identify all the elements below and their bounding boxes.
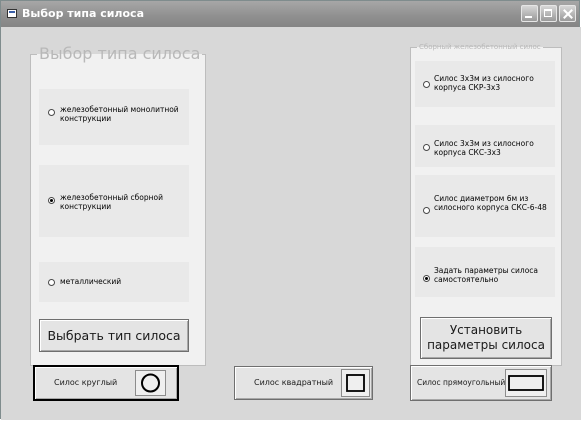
square-silo-button-label: Силос квадратный: [254, 378, 334, 387]
radio-metal[interactable]: [48, 279, 55, 286]
window: Выбор типа силоса Выбор типа силоса желе…: [0, 0, 581, 420]
radio-sks-3x3[interactable]: [423, 144, 430, 151]
option-precast-label: железобетонный сборной конструкции: [60, 193, 164, 211]
set-silo-params-button-label: Установить параметры силоса: [427, 323, 545, 352]
radio-skr-3x3[interactable]: [423, 81, 430, 88]
option-sks-6-48[interactable]: Силос диаметром 6м из силосного корпуса …: [415, 175, 555, 237]
option-precast[interactable]: железобетонный сборной конструкции: [39, 165, 189, 237]
minimize-button[interactable]: [521, 5, 538, 22]
close-button[interactable]: [559, 5, 576, 22]
choose-silo-type-button-label: Выбрать тип силоса: [47, 328, 181, 343]
radio-precast[interactable]: [48, 197, 55, 204]
option-monolithic[interactable]: железобетонный монолитной конструкции: [39, 89, 189, 145]
option-metal-label: металлический: [60, 277, 122, 286]
option-custom-params[interactable]: Задать параметры силоса самостоятельно: [415, 247, 555, 297]
option-skr-3x3-label: Силос 3х3м из силосного корпуса СКР-3х3: [434, 74, 534, 92]
window-title: Выбор типа силоса: [22, 7, 144, 20]
rectangular-silo-button[interactable]: Силос прямоугольный: [410, 365, 552, 401]
rectangular-silo-button-label: Силос прямоугольный: [417, 378, 506, 387]
app-icon: [7, 9, 17, 18]
radio-custom-params[interactable]: [423, 275, 430, 282]
square-icon-frame: [341, 369, 370, 397]
circle-icon: [141, 373, 160, 393]
rectangle-icon: [508, 375, 544, 391]
option-sks-3x3-label: Силос 3х3м из силосного корпуса СКС-3х3: [434, 139, 534, 157]
option-monolithic-label: железобетонный монолитной конструкции: [60, 105, 179, 123]
maximize-button[interactable]: [540, 5, 557, 22]
precast-silo-group: Сборный железобетонный силос Силос 3х3м …: [410, 44, 562, 366]
client-area: Выбор типа силоса железобетонный монолит…: [1, 27, 581, 420]
round-silo-button[interactable]: Силос круглый: [33, 365, 179, 401]
square-icon: [346, 374, 365, 392]
precast-silo-group-title: Сборный железобетонный силос: [419, 43, 541, 51]
round-silo-button-label: Силос круглый: [54, 378, 118, 387]
silo-type-group-title: Выбор типа силоса: [39, 44, 201, 63]
choose-silo-type-button[interactable]: Выбрать тип силоса: [39, 319, 189, 352]
option-custom-params-label: Задать параметры силоса самостоятельно: [434, 266, 539, 284]
radio-monolithic[interactable]: [48, 109, 55, 116]
radio-sks-6-48[interactable]: [423, 207, 430, 214]
set-silo-params-button[interactable]: Установить параметры силоса: [420, 317, 552, 359]
option-sks-6-48-label: Силос диаметром 6м из силосного корпуса …: [434, 194, 547, 212]
rectangle-icon-frame: [505, 369, 547, 397]
silo-type-group: Выбор типа силоса железобетонный монолит…: [30, 46, 206, 366]
circle-icon-frame: [135, 370, 166, 396]
title-bar[interactable]: Выбор типа силоса: [1, 1, 579, 27]
option-sks-3x3[interactable]: Силос 3х3м из силосного корпуса СКС-3х3: [415, 125, 555, 167]
option-metal[interactable]: металлический: [39, 262, 189, 302]
option-skr-3x3[interactable]: Силос 3х3м из силосного корпуса СКР-3х3: [415, 61, 555, 107]
square-silo-button[interactable]: Силос квадратный: [234, 366, 373, 400]
